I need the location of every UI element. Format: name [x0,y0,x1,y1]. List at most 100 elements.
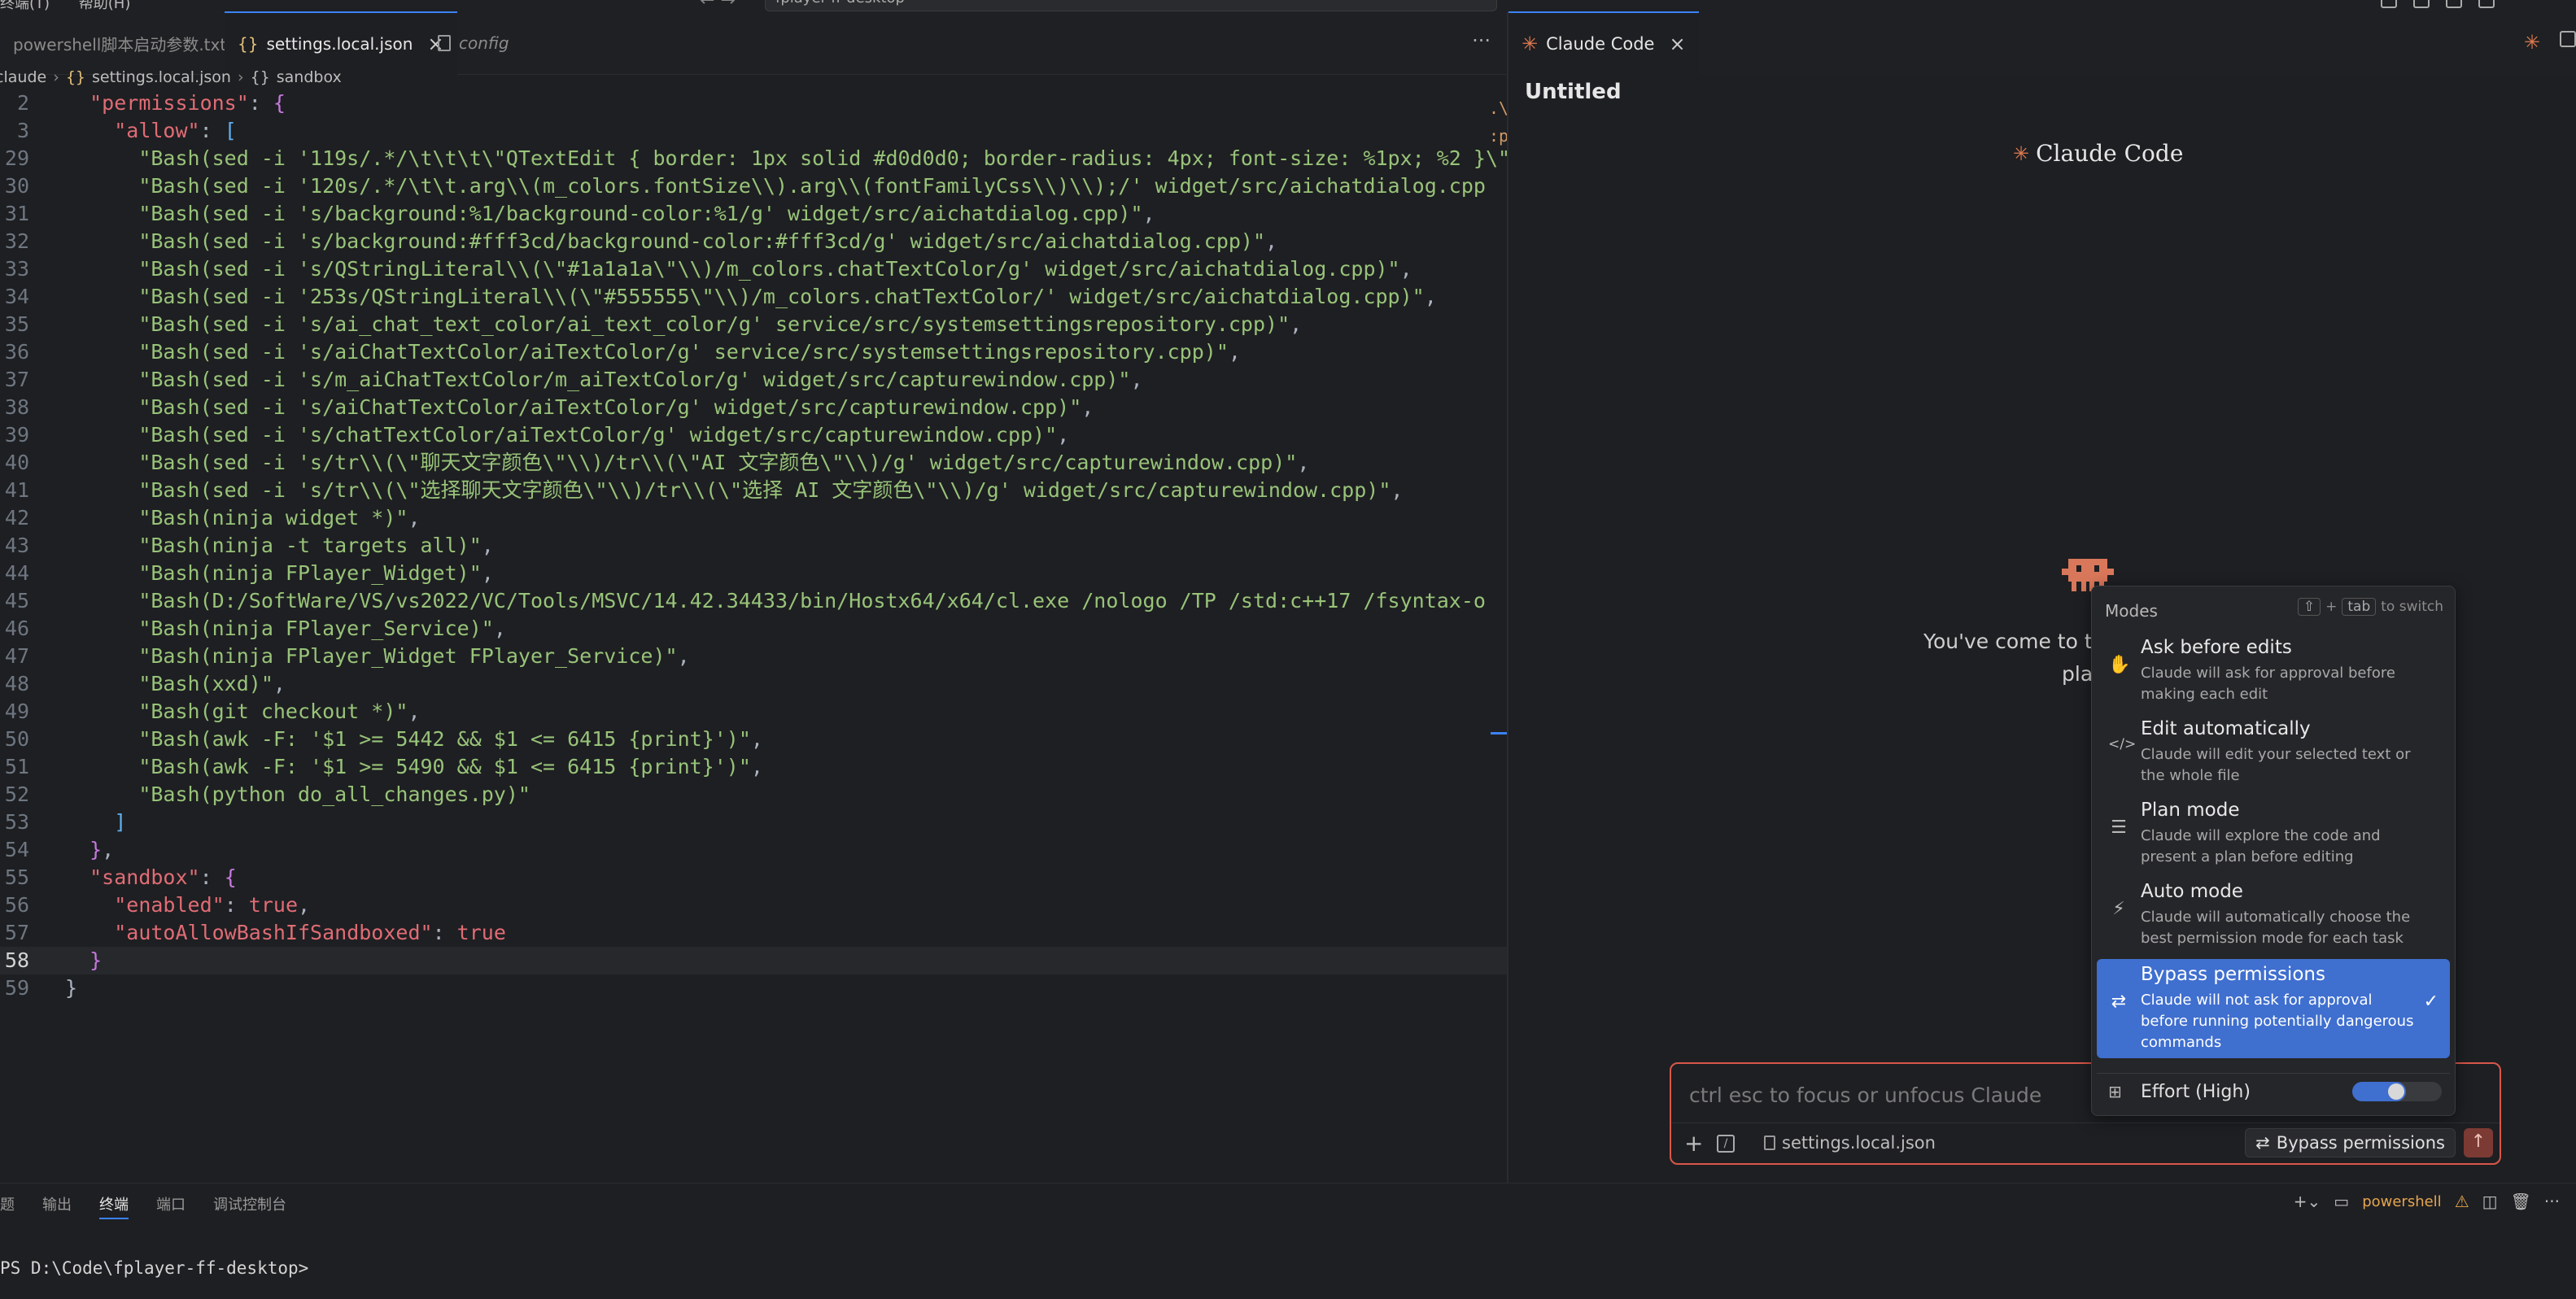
layout-icon[interactable] [2381,0,2397,8]
line-number: 45 [4,589,29,612]
line-number: 48 [4,672,29,695]
trash-icon[interactable]: 🗑 [2511,1192,2531,1211]
mode-edit-automatically[interactable]: </> Edit automatically Claude will edit … [2097,713,2450,791]
code-line[interactable]: 59} [0,974,1507,1002]
code-text: "Bash(sed -i 's/m_aiChatTextColor/m_aiTe… [138,368,1143,391]
code-line[interactable]: 53 ] [0,809,1507,836]
code-line[interactable]: 3 "allow": [ [0,117,1507,145]
code-line[interactable]: 29 "Bash(sed -i '119s/.*/\t\t\t\"QTextEd… [0,145,1507,172]
mode-description: Claude will edit your selected text or t… [2141,746,2411,784]
code-text: "Bash(sed -i 's/background:#fff3cd/backg… [138,229,1278,253]
command-center[interactable]: fplayer-ff-desktop [765,0,1497,11]
warning-icon[interactable]: ⚠ [2455,1192,2469,1211]
line-number: 47 [4,644,29,668]
hint-text: to switch [2381,599,2443,615]
code-line[interactable]: 54 }, [0,836,1507,864]
code-line[interactable]: 43 "Bash(ninja -t targets all)", [0,532,1507,560]
code-line[interactable]: 58 } [0,947,1507,974]
code-line[interactable]: 44 "Bash(ninja FPlayer_Widget)", [0,560,1507,587]
add-attachment-button[interactable]: + [1684,1130,1703,1157]
code-text: "Bash(ninja -t targets all)", [138,534,494,557]
line-number: 51 [4,755,29,778]
tab-claude-code[interactable]: ✳ Claude Code × [1508,11,1699,75]
code-line[interactable]: 32 "Bash(sed -i 's/background:#fff3cd/ba… [0,228,1507,255]
code-line[interactable]: 57 "autoAllowBashIfSandboxed": true [0,919,1507,947]
tab-terminal[interactable]: 终端 [99,1193,129,1219]
code-line[interactable]: 35 "Bash(sed -i 's/ai_chat_text_color/ai… [0,311,1507,338]
terminal-name[interactable]: powershell [2362,1193,2442,1210]
tab-key: tab [2342,598,2377,616]
toggle-sidebar-icon[interactable] [2413,0,2430,8]
code-text: "Bash(awk -F: '$1 >= 5490 && $1 <= 6415 … [138,755,763,778]
new-terminal-icon[interactable]: +⌄ [2294,1192,2321,1211]
code-text: "Bash(sed -i 's/aiChatTextColor/aiTextCo… [138,340,1241,364]
layout-controls [2381,0,2495,8]
tab-output[interactable]: 输出 [42,1193,72,1219]
code-line[interactable]: 50 "Bash(awk -F: '$1 >= 5442 && $1 <= 64… [0,726,1507,753]
mode-selector-button[interactable]: ⇄ Bypass permissions [2245,1128,2456,1157]
terminal-actions: +⌄ ▭ powershell ⚠ ◫ 🗑 ··· [2294,1192,2560,1211]
code-line[interactable]: 38 "Bash(sed -i 's/aiChatTextColor/aiTex… [0,394,1507,421]
menu-terminal[interactable]: 终端(T) [0,0,50,12]
code-line[interactable]: 46 "Bash(ninja FPlayer_Service)", [0,615,1507,643]
code-line[interactable]: 49 "Bash(git checkout *)", [0,698,1507,726]
code-line[interactable]: 55 "sandbox": { [0,864,1507,891]
breadcrumb-folder[interactable]: .claude [0,68,46,86]
code-line[interactable]: 36 "Bash(sed -i 's/aiChatTextColor/aiTex… [0,338,1507,366]
code-line[interactable]: 52 "Bash(python do_all_changes.py)" [0,781,1507,809]
code-line[interactable]: 34 "Bash(sed -i '253s/QStringLiteral\\(\… [0,283,1507,311]
send-button[interactable]: ↑ [2464,1128,2493,1157]
code-line[interactable]: 48 "Bash(xxd)", [0,670,1507,698]
split-editor-icon[interactable] [2560,31,2576,47]
split-terminal-icon[interactable]: ◫ [2482,1192,2498,1211]
mode-ask-before-edits[interactable]: ✋ Ask before edits Claude will ask for a… [2097,632,2450,710]
code-line[interactable]: 47 "Bash(ninja FPlayer_Widget FPlayer_Se… [0,643,1507,670]
breadcrumb-symbol[interactable]: sandbox [277,68,342,86]
code-text: } [65,976,78,1000]
toggle-secondary-sidebar-icon[interactable] [2478,0,2495,8]
effort-slider[interactable] [2352,1082,2442,1101]
code-line[interactable]: 40 "Bash(sed -i 's/tr\\(\"聊天文字颜色\"\\)/tr… [0,449,1507,477]
claude-spark-icon[interactable]: ✳ [2524,31,2540,54]
code-editor[interactable]: 2 "permissions": {3 "allow": [29 "Bash(s… [0,89,1507,1179]
terminal-prompt[interactable]: PS D:\Code\fplayer-ff-desktop> [0,1258,308,1278]
mode-description: Claude will not ask for approval before … [2141,992,2414,1051]
context-file-chip[interactable]: settings.local.json [1764,1133,1936,1153]
mode-auto[interactable]: ⚡ Auto mode Claude will automatically ch… [2097,876,2450,954]
effort-slider-knob[interactable] [2388,1083,2404,1100]
code-line[interactable]: 30 "Bash(sed -i '120s/.*/\t\t.arg\\(m_co… [0,172,1507,200]
menu-help[interactable]: 帮助(H) [79,0,131,12]
code-line[interactable]: 33 "Bash(sed -i 's/QStringLiteral\\(\"#1… [0,255,1507,283]
code-line[interactable]: 41 "Bash(sed -i 's/tr\\(\"选择聊天文字颜色\"\\)/… [0,477,1507,504]
tab-problems[interactable]: 问题 [0,1193,15,1219]
code-line[interactable]: 45 "Bash(D:/SoftWare/VS/vs2022/VC/Tools/… [0,587,1507,615]
code-line[interactable]: 2 "permissions": { [0,89,1507,117]
mode-title: Plan mode [2141,800,2240,821]
tab-config[interactable]: config [425,11,522,75]
toggle-panel-icon[interactable] [2446,0,2462,8]
back-arrow-icon[interactable]: ← [700,0,714,11]
line-number: 3 [16,119,29,142]
code-line[interactable]: 31 "Bash(sed -i 's/background:%1/backgro… [0,200,1507,228]
more-actions-icon[interactable]: ··· [1472,29,1491,52]
code-line[interactable]: 56 "enabled": true, [0,891,1507,919]
code-line[interactable]: 39 "Bash(sed -i 's/chatTextColor/aiTextC… [0,421,1507,449]
tab-debug-console[interactable]: 调试控制台 [213,1193,286,1219]
code-text: "Bash(sed -i 's/background:%1/background… [138,202,1155,225]
object-icon: {} [250,68,270,86]
code-line[interactable]: 37 "Bash(sed -i 's/m_aiChatTextColor/m_a… [0,366,1507,394]
line-number: 56 [4,893,29,917]
mode-bypass-permissions[interactable]: ⇄ Bypass permissions Claude will not ask… [2097,959,2450,1058]
code-line[interactable]: 42 "Bash(ninja widget *)", [0,504,1507,532]
code-line[interactable]: 51 "Bash(awk -F: '$1 >= 5490 && $1 <= 64… [0,753,1507,781]
nav-arrows[interactable]: ← → [700,0,736,11]
breadcrumb-file[interactable]: settings.local.json [92,68,231,86]
mode-plan[interactable]: ☰ Plan mode Claude will explore the code… [2097,795,2450,873]
mode-selector-label: Bypass permissions [2276,1133,2445,1153]
close-icon[interactable]: × [1669,33,1685,55]
forward-arrow-icon[interactable]: → [720,0,735,11]
more-actions-icon[interactable]: ··· [2544,1192,2560,1211]
tab-ports[interactable]: 端口 [156,1193,186,1219]
line-number: 36 [4,340,29,364]
slash-command-button[interactable]: / [1717,1135,1735,1153]
